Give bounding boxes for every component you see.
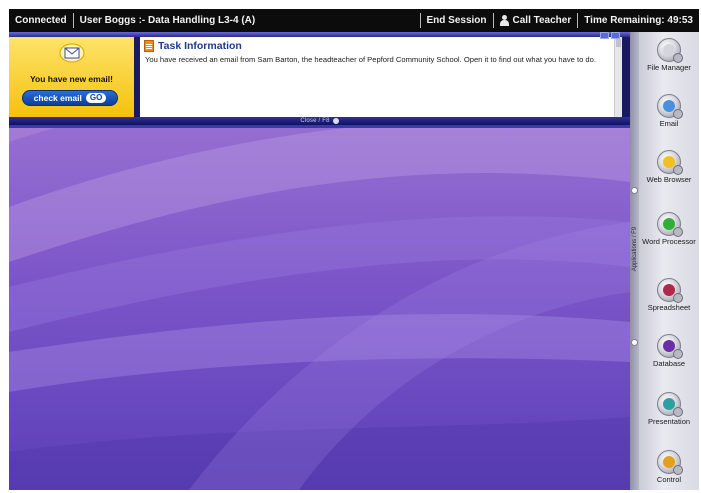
task-panel: You have new email! check email GO Task … [9,32,630,128]
call-teacher-button[interactable]: Call Teacher [494,9,578,32]
email-icon [657,94,683,119]
file-manager-icon [657,38,683,63]
app-label: Spreadsheet [647,303,691,312]
task-description: You have received an email from Sam Bart… [145,55,596,64]
app-label: Control [656,475,682,484]
go-label: GO [85,93,107,103]
app-label: File Manager [647,63,691,72]
app-label: Presentation [647,417,691,426]
task-scrollbar[interactable] [614,37,622,117]
collapse-arrow-icon [332,118,339,124]
minimize-icon[interactable] [611,32,620,39]
app-label: Web Browser [646,175,692,184]
app-web-browser[interactable]: Web Browser [639,150,699,184]
connection-status: Connected [15,15,67,26]
panel-controls [600,32,620,39]
app-email[interactable]: Email [639,94,699,128]
app-file-manager[interactable]: File Manager [639,38,699,72]
arrow-right-icon[interactable] [631,187,638,194]
scrollbar-thumb[interactable] [616,39,621,47]
new-email-message: You have new email! [30,74,113,84]
document-icon [144,40,154,52]
user-session-label: User Boggs :- Data Handling L3-4 (A) [79,15,256,26]
teacher-icon [499,15,509,26]
applications-handle[interactable]: Applications / F9 [630,32,639,490]
app-spreadsheet[interactable]: Spreadsheet [639,278,699,312]
check-email-label: check email [33,93,82,103]
app-database[interactable]: Database [639,334,699,368]
app-presentation[interactable]: Presentation [639,392,699,426]
word-processor-icon [657,212,683,237]
applications-sidebar: File Manager Email Web Browser Word Proc… [639,32,699,490]
time-remaining: Time Remaining: 49:53 [584,15,693,26]
application-frame: Connected User Boggs :- Data Handling L3… [9,9,699,490]
app-label: Email [659,119,679,128]
close-panel-bar[interactable]: Close / F8 [9,117,630,125]
app-control[interactable]: Control [639,450,699,484]
control-icon [657,450,683,475]
close-label: Close / F8 [300,118,330,124]
new-email-notice: You have new email! check email GO [9,37,134,117]
task-information-box: Task Information You have received an em… [140,37,622,117]
top-status-bar: Connected User Boggs :- Data Handling L3… [9,9,699,32]
app-label: Word Processor [642,237,696,246]
app-label: Database [652,359,686,368]
end-session-button[interactable]: End Session [421,9,493,32]
spreadsheet-icon [657,278,683,303]
app-word-processor[interactable]: Word Processor [639,212,699,246]
check-email-button[interactable]: check email GO [22,90,118,106]
presentation-icon [657,392,683,417]
envelope-icon [59,43,85,63]
task-title: Task Information [158,40,242,52]
arrow-right-icon[interactable] [631,339,638,346]
web-browser-icon [657,150,683,175]
restore-icon[interactable] [600,32,609,39]
call-teacher-label: Call Teacher [512,15,572,26]
applications-handle-label: Applications / F9 [632,226,638,272]
database-icon [657,334,683,359]
